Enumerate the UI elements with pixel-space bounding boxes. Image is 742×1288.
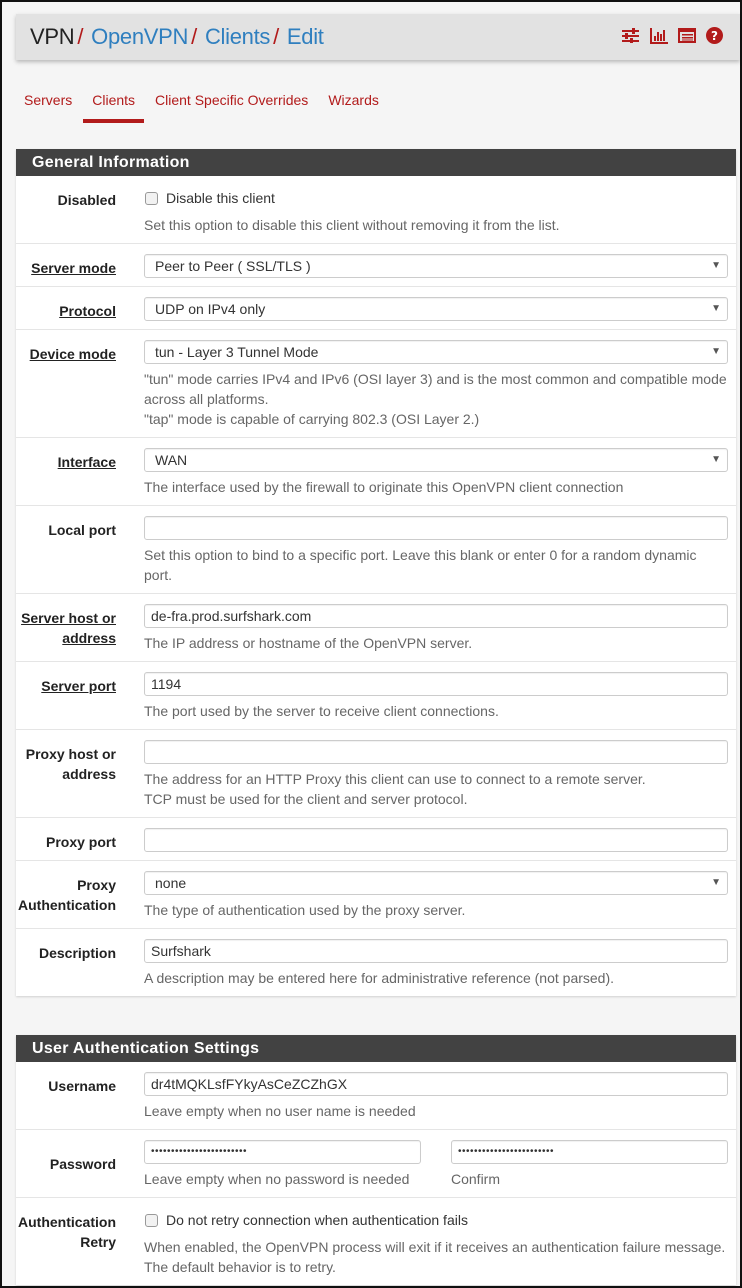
help-circle-icon[interactable]: ? [705, 26, 724, 45]
chevron-down-icon: ▼ [711, 260, 721, 271]
field-label: Description [38, 945, 116, 961]
general-information-panel: General Information Disabled Disable thi… [16, 149, 736, 996]
help-text: Leave empty when no user name is needed [144, 1103, 416, 1119]
breadcrumb-bar: VPN / OpenVPN / Clients / Edit ? [16, 14, 740, 60]
server-mode-select[interactable]: Peer to Peer ( SSL/TLS ) ▼ [144, 254, 728, 278]
password-input[interactable]: •••••••••••••••••••••••• [144, 1140, 421, 1164]
server-port-input[interactable]: 1194 [144, 672, 728, 696]
row-disabled: Disabled Disable this client Set this op… [16, 176, 736, 244]
field-label: Proxy port [45, 834, 116, 850]
row-server-host: Server host or address de-fra.prod.surfsh… [16, 594, 736, 662]
checkbox-label: Do not retry connection when authenticat… [166, 1212, 468, 1228]
help-text: The IP address or hostname of the OpenVP… [144, 635, 473, 651]
panel-title: General Information [16, 149, 736, 176]
field-label[interactable]: Protocol [16, 297, 116, 321]
row-proxy-auth: Proxy Authentication none ▼ The type of au… [16, 861, 736, 929]
local-port-input[interactable] [144, 516, 728, 540]
user-authentication-panel: User Authentication Settings Username dr… [16, 1035, 736, 1285]
help-text: The interface used by the firewall to or… [144, 479, 624, 495]
row-protocol: Protocol UDP on IPv4 only ▼ [16, 287, 736, 330]
bar-chart-icon[interactable] [649, 26, 668, 45]
tab-wizards[interactable]: Wizards [328, 92, 379, 123]
row-password: Password •••••••••••••••••••••••• Leave … [16, 1130, 736, 1198]
field-label: Proxy Authentication [18, 877, 116, 913]
chevron-down-icon: ▼ [711, 346, 721, 357]
chevron-down-icon: ▼ [711, 303, 721, 314]
proxy-port-input[interactable] [144, 828, 728, 852]
breadcrumb-separator: / [77, 24, 84, 49]
breadcrumb-clients[interactable]: Clients [205, 24, 270, 50]
sliders-icon[interactable] [621, 26, 640, 45]
field-label: Proxy host or address [25, 746, 116, 782]
help-text: Confirm [451, 1171, 501, 1187]
help-text: The type of authentication used by the p… [144, 902, 466, 918]
tab-servers[interactable]: Servers [24, 92, 72, 123]
row-description: Description Surfshark A description may … [16, 929, 736, 996]
breadcrumb-separator: / [273, 24, 279, 49]
chevron-down-icon: ▼ [711, 454, 721, 465]
breadcrumb: VPN / OpenVPN / Clients / Edit [30, 24, 324, 50]
checkbox-label: Disable this client [166, 190, 275, 206]
field-label: Local port [48, 522, 116, 538]
tab-client-specific-overrides[interactable]: Client Specific Overrides [155, 92, 308, 123]
breadcrumb-openvpn[interactable]: OpenVPN [91, 24, 188, 50]
help-text: When enabled, the OpenVPN process will e… [144, 1239, 726, 1275]
row-auth-retry: Authentication Retry Do not retry connect… [16, 1198, 736, 1285]
svg-text:?: ? [711, 29, 718, 43]
help-text: Leave empty when no password is needed [144, 1171, 410, 1187]
breadcrumb-separator: / [191, 24, 197, 49]
row-device-mode: Device mode tun - Layer 3 Tunnel Mode ▼ "… [16, 330, 736, 438]
field-label: Username [48, 1078, 116, 1094]
proxy-auth-select[interactable]: none ▼ [144, 871, 728, 895]
field-label[interactable]: Server port [16, 672, 116, 721]
breadcrumb-edit[interactable]: Edit [287, 24, 324, 50]
tab-bar: Servers Clients Client Specific Override… [24, 92, 399, 123]
auth-retry-checkbox[interactable] [145, 1213, 158, 1227]
row-server-port: Server port 1194 The port used by the se… [16, 662, 736, 730]
server-host-input[interactable]: de-fra.prod.surfshark.com [144, 604, 728, 628]
device-mode-select[interactable]: tun - Layer 3 Tunnel Mode ▼ [144, 340, 728, 364]
row-proxy-port: Proxy port [16, 818, 736, 861]
proxy-host-input[interactable] [144, 740, 728, 764]
field-label: Password [49, 1156, 116, 1172]
chevron-down-icon: ▼ [711, 877, 721, 888]
breadcrumb-root: VPN [30, 24, 75, 49]
help-text: A description may be entered here for ad… [144, 970, 615, 986]
list-table-icon[interactable] [677, 26, 696, 45]
field-label: Disabled [57, 192, 116, 208]
row-local-port: Local port Set this option to bind to a … [16, 506, 736, 594]
help-text: The port used by the server to receive c… [144, 703, 499, 719]
protocol-select[interactable]: UDP on IPv4 only ▼ [144, 297, 728, 321]
interface-select[interactable]: WAN ▼ [144, 448, 728, 472]
username-input[interactable]: dr4tMQKLsfFYkyAsCeZCZhGX [144, 1072, 728, 1096]
field-label[interactable]: Interface [16, 448, 116, 497]
row-server-mode: Server mode Peer to Peer ( SSL/TLS ) ▼ [16, 244, 736, 287]
field-label: Authentication Retry [18, 1214, 116, 1250]
panel-title: User Authentication Settings [16, 1035, 736, 1062]
help-text: Set this option to bind to a specific po… [144, 547, 697, 583]
field-label[interactable]: Server host or address [16, 604, 116, 653]
row-interface: Interface WAN ▼ The interface used by the… [16, 438, 736, 506]
help-text: The address for an HTTP Proxy this clien… [144, 771, 646, 807]
help-text: "tun" mode carries IPv4 and IPv6 (OSI la… [144, 371, 727, 427]
row-proxy-host: Proxy host or address The address for an … [16, 730, 736, 818]
disable-client-checkbox[interactable] [145, 191, 158, 205]
help-text: Set this option to disable this client w… [144, 217, 560, 233]
row-username: Username dr4tMQKLsfFYkyAsCeZCZhGX Leave … [16, 1062, 736, 1130]
field-label[interactable]: Device mode [16, 340, 116, 429]
description-input[interactable]: Surfshark [144, 939, 728, 963]
password-confirm-input[interactable]: •••••••••••••••••••••••• [451, 1140, 728, 1164]
field-label[interactable]: Server mode [16, 254, 116, 278]
tab-clients[interactable]: Clients [83, 92, 144, 123]
